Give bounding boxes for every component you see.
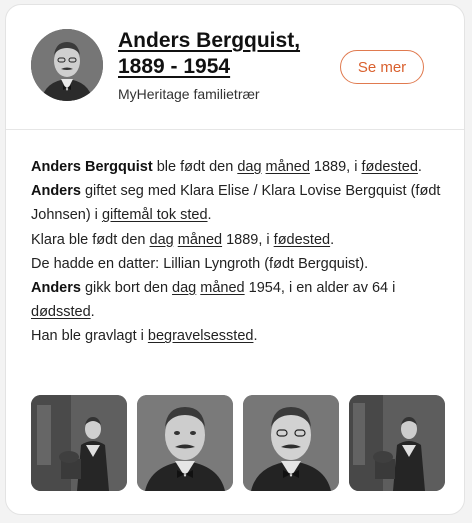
bio-marriage: Anders giftet seg med Klara Elise / Klar… (31, 179, 441, 227)
bio-text: . (253, 328, 258, 345)
bio-text: 1889, i (222, 231, 274, 248)
bio-text: Han ble gravlagt i (31, 328, 148, 345)
see-more-button[interactable]: Se mer (340, 50, 424, 84)
bio-text: giftet seg med Klara Elise / Klara Lovis… (31, 183, 441, 224)
bio-text: . (417, 159, 422, 175)
avatar[interactable] (31, 29, 103, 101)
death-day-link[interactable]: dag (172, 280, 196, 296)
bio-text: . (207, 207, 212, 224)
photo-thumbnail-4[interactable] (349, 395, 445, 491)
full-length-photo-icon (31, 395, 127, 491)
bio-text: . (330, 231, 335, 248)
portrait-photo-icon (243, 395, 339, 491)
birth-month-link[interactable]: måned (266, 159, 310, 175)
person-name[interactable]: Anders Bergquist, (118, 29, 300, 52)
page-title[interactable]: Anders Bergquist, 1889 - 1954 (118, 28, 333, 80)
bio-text: . (90, 304, 95, 321)
spouse-birth-place-link[interactable]: fødested (274, 232, 330, 248)
death-place-link[interactable]: dødssted (31, 304, 91, 320)
spouse-birth-month-link[interactable]: måned (178, 232, 222, 248)
death-month-link[interactable]: måned (200, 280, 244, 296)
bio-spouse-birth: Klara ble født den dag måned 1889, i fød… (31, 228, 441, 252)
card-header: Anders Bergquist, 1889 - 1954 MyHeritage… (6, 5, 464, 130)
birth-place-link[interactable]: fødested (361, 159, 417, 175)
burial-place-link[interactable]: begravelsessted (148, 328, 254, 344)
bio-text: 1889, i (309, 159, 362, 175)
source-label: MyHeritage familietrær (118, 86, 260, 102)
bio-name: Anders (31, 183, 81, 200)
bio-name: Anders (31, 280, 81, 297)
bio-name: Anders Bergquist (31, 159, 153, 175)
biography: Anders Bergquist ble født den dag måned … (31, 155, 441, 349)
photo-thumbnail-2[interactable] (137, 395, 233, 491)
bio-children: De hadde en datter: Lillian Lyngroth (fø… (31, 255, 369, 272)
full-length-photo-icon (349, 395, 445, 491)
portrait-photo-icon (31, 29, 103, 101)
bio-death: Anders gikk bort den dag måned 1954, i e… (31, 276, 441, 324)
bio-burial: Han ble gravlagt i begravelsessted. (31, 324, 441, 348)
person-lifespan[interactable]: 1889 - 1954 (118, 55, 230, 78)
spouse-birth-day-link[interactable]: dag (150, 232, 174, 248)
photo-thumbnail-1[interactable] (31, 395, 127, 491)
person-card: Anders Bergquist, 1889 - 1954 MyHeritage… (5, 4, 465, 515)
bio-text: Klara ble født den (31, 231, 150, 248)
marriage-place-link[interactable]: giftemål tok sted (102, 207, 208, 223)
bio-text: ble født den (152, 159, 238, 175)
portrait-photo-icon (137, 395, 233, 491)
birth-day-link[interactable]: dag (237, 159, 261, 175)
bio-text: gikk bort den (80, 280, 173, 297)
photo-thumbnail-3[interactable] (243, 395, 339, 491)
bio-text: 1954, i en alder av 64 i (244, 280, 396, 297)
bio-birth: Anders Bergquist ble født den dag måned … (31, 155, 441, 179)
